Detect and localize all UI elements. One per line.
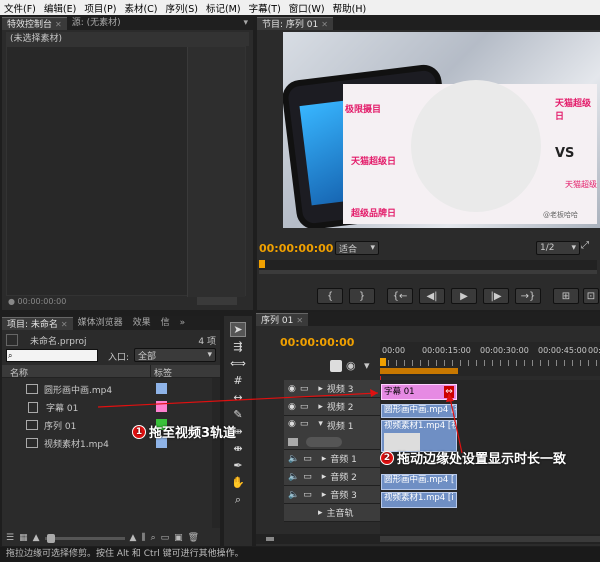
annotation-2-number: 2: [380, 450, 394, 465]
annotation-2-text: 拖动边缘处设置显示时长一致: [397, 452, 567, 467]
annotation-arrows: [97, 389, 463, 454]
arrow-2-head: [446, 393, 454, 402]
annotation-2: 2 拖动边缘处设置显示时长一致: [380, 448, 566, 467]
annotation-1-number: 1: [132, 424, 146, 439]
annotation-1: 1 拖至视频3轨道: [132, 422, 236, 441]
arrow-1-head: [370, 389, 378, 397]
annotation-1-text: 拖至视频3轨道: [149, 426, 237, 441]
arrow-2-line: [449, 397, 463, 454]
status-bar: 拖拉边缘可选择修剪。按住 Alt 和 Ctrl 键可进行其他操作。: [0, 547, 600, 562]
arrow-1-line: [97, 392, 379, 408]
